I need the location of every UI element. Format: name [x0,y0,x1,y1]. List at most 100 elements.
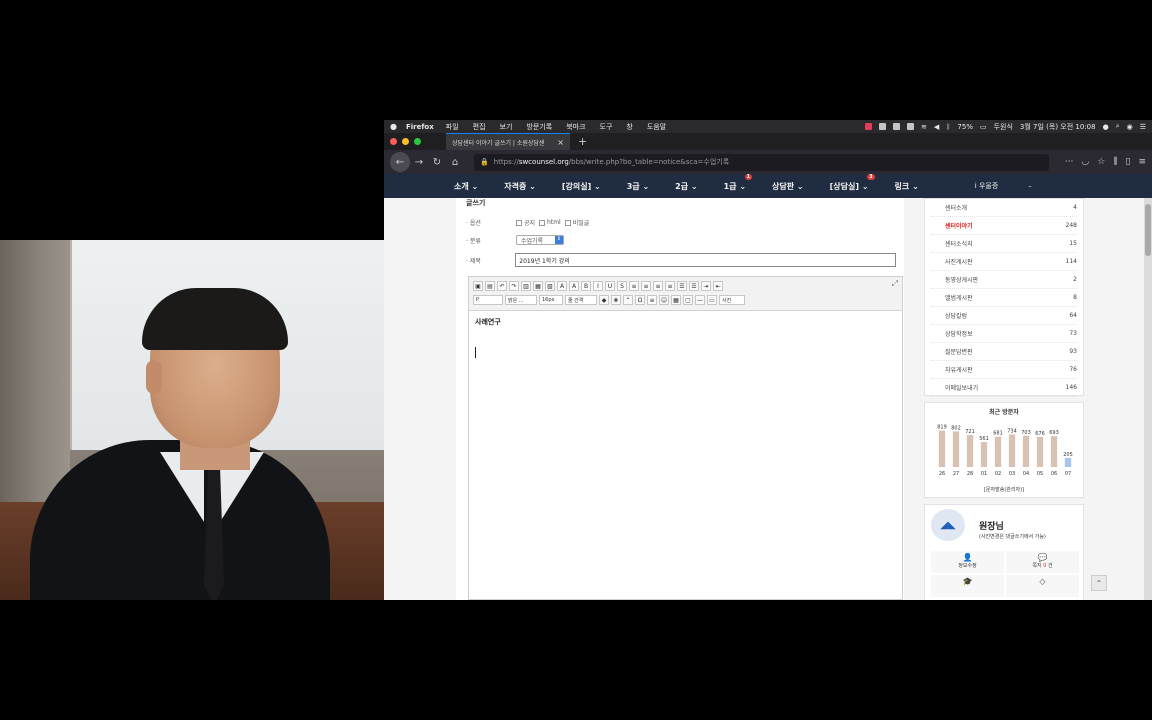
strike-button[interactable]: S [617,281,627,291]
board-item[interactable]: 상담학정보 73 [931,325,1077,343]
html-checkbox[interactable]: html [539,219,561,226]
library-icon[interactable]: ⫼ [1113,157,1117,167]
board-item[interactable]: 사진게시판 114 [931,253,1077,271]
special-char-button[interactable]: Ω [635,295,645,305]
board-item[interactable]: 센터소식지 15 [931,235,1077,253]
forward-button[interactable]: → [410,157,428,168]
nav-item-counsel-board[interactable]: 상담판 ⌄ [772,181,804,192]
list-ol-button[interactable]: ☰ [689,281,699,291]
editor-content[interactable]: 사례연구 [469,311,902,364]
nav-util-search[interactable]: ⅰ 우울증 [975,181,999,191]
board-item[interactable]: 이메일보내기 146 [931,379,1077,397]
format-painter-button[interactable]: ❀ [611,295,621,305]
nav-item-counsel-room[interactable]: [상담실] ⌄ 3 [830,173,875,192]
eraser-button[interactable]: ◆ [599,295,609,305]
airplay-icon[interactable] [906,123,914,130]
nav-item-grade2[interactable]: 2급 ⌄ [675,181,697,192]
window-minimize-button[interactable] [402,138,409,145]
board-item[interactable]: 동영상게시판 2 [931,271,1077,289]
graduation-button[interactable]: 🎓 [931,575,1004,597]
font-select[interactable]: 맑은 ... [505,295,537,305]
text-color-button[interactable]: A [557,281,567,291]
menu-tools[interactable]: 도구 [600,122,613,132]
category-select[interactable]: 수업기록 ⇕ [516,235,564,245]
bg-color-button[interactable]: A [569,281,579,291]
align-center-button[interactable]: ≡ [641,281,651,291]
sidebar-icon[interactable]: ▯ [1126,157,1131,167]
record-icon[interactable] [864,123,872,130]
menu-file[interactable]: 파일 [446,122,459,132]
battery-percent[interactable]: 75% [957,123,973,131]
font-size-select[interactable]: 16px [539,295,563,305]
menu-help[interactable]: 도움말 [647,122,666,132]
avatar[interactable]: ◢◣ [931,509,965,541]
menu-edit[interactable]: 편집 [473,122,486,132]
home-button[interactable]: ⌂ [446,157,464,168]
nav-item-grade3[interactable]: 3급 ⌄ [627,181,649,192]
outdent-button[interactable]: ⇤ [713,281,723,291]
screen-icon[interactable] [878,123,886,130]
reload-button[interactable]: ↻ [428,157,446,168]
secret-checkbox[interactable]: 비밀글 [564,218,589,227]
nav-item-grade1[interactable]: 1급 ⌄ 1 [724,173,753,192]
box-button[interactable]: ▢ [683,295,693,305]
menubar-app-name[interactable]: Firefox [406,123,434,131]
sms-admin-link[interactable]: [문자발송(관리자)] [925,486,1083,493]
spotlight-icon[interactable]: ⌕ [1116,122,1120,131]
browser-tab-active[interactable]: 상담센터 이야기 글쓰기 | 소원상담센 × [446,133,570,150]
line-height-select[interactable]: 줄 간격 [565,295,597,305]
hr-button[interactable]: ≡ [647,295,657,305]
italic-button[interactable]: I [593,281,603,291]
divider-button[interactable]: — [695,295,705,305]
subject-input[interactable]: 2019년 1학기 강의 [515,253,896,267]
board-item[interactable]: 자유게시판 76 [931,361,1077,379]
photo-upload-button[interactable]: 사진 [719,295,745,305]
board-item[interactable]: 센터이야기 248 [931,217,1077,235]
apple-icon[interactable]: ● [390,122,400,131]
page-actions-icon[interactable]: ··· [1065,157,1074,167]
messages-button[interactable]: 💬 쪽지 0 건 [1006,551,1079,573]
board-item[interactable]: 질문답변판 93 [931,343,1077,361]
time-machine-icon[interactable] [892,123,900,130]
image-table-button[interactable]: ▦ [671,295,681,305]
list-ul-button[interactable]: ☰ [677,281,687,291]
weather-label[interactable]: 두원식 [994,122,1013,132]
bluetooth-icon[interactable]: ᛒ [946,123,950,131]
volume-icon[interactable]: ◀ [934,123,939,131]
url-bar[interactable]: 🔒 https:// swcounsel.org /bbs/write.php?… [474,153,1049,171]
align-justify-button[interactable]: ≡ [665,281,675,291]
expand-icon[interactable]: ⤢ [892,279,898,289]
user-icon[interactable]: ● [1103,123,1109,131]
nav-item-certificate[interactable]: 자격증 ⌄ [504,181,536,192]
window-close-button[interactable] [390,138,397,145]
clock[interactable]: 3월 7일 (목) 오전 10:08 [1020,122,1096,132]
board-item[interactable]: 앨범게시판 8 [931,289,1077,307]
siri-icon[interactable]: ◉ [1127,123,1133,131]
battery-icon[interactable]: ▭ [980,123,987,131]
back-button[interactable]: ← [390,152,410,172]
indent-button[interactable]: ⇥ [701,281,711,291]
underline-button[interactable]: U [605,281,615,291]
hamburger-menu-icon[interactable]: ≡ [1138,157,1146,167]
bookmark-star-icon[interactable]: ☆ [1097,157,1105,167]
nav-item-links[interactable]: 링크 ⌄ [895,181,919,192]
menu-history[interactable]: 방문기록 [526,122,552,132]
board-item[interactable]: 센터소개 4 [931,199,1077,217]
menu-window[interactable]: 창 [626,122,632,132]
nav-item-about[interactable]: 소개 ⌄ [454,181,478,192]
window-zoom-button[interactable] [414,138,421,145]
align-left-button[interactable]: ≡ [629,281,639,291]
preview-button[interactable]: ▤ [485,281,495,291]
scroll-to-top-button[interactable]: ⌃ [1091,575,1107,591]
wifi-icon[interactable]: ≋ [921,123,927,131]
source-button[interactable]: ▣ [473,281,483,291]
redo-button[interactable]: ↷ [509,281,519,291]
frame-button[interactable]: ▭ [707,295,717,305]
quote-button[interactable]: “ [623,295,633,305]
menu-bookmarks[interactable]: 북마크 [566,122,585,132]
paste-word-button[interactable]: ▦ [533,281,543,291]
emoticon-button[interactable]: ☺ [659,295,669,305]
notice-checkbox[interactable]: 공지 [516,218,535,227]
board-item[interactable]: 상담칼럼 64 [931,307,1077,325]
edit-profile-button[interactable]: 👤 정보수정 [931,551,1004,573]
